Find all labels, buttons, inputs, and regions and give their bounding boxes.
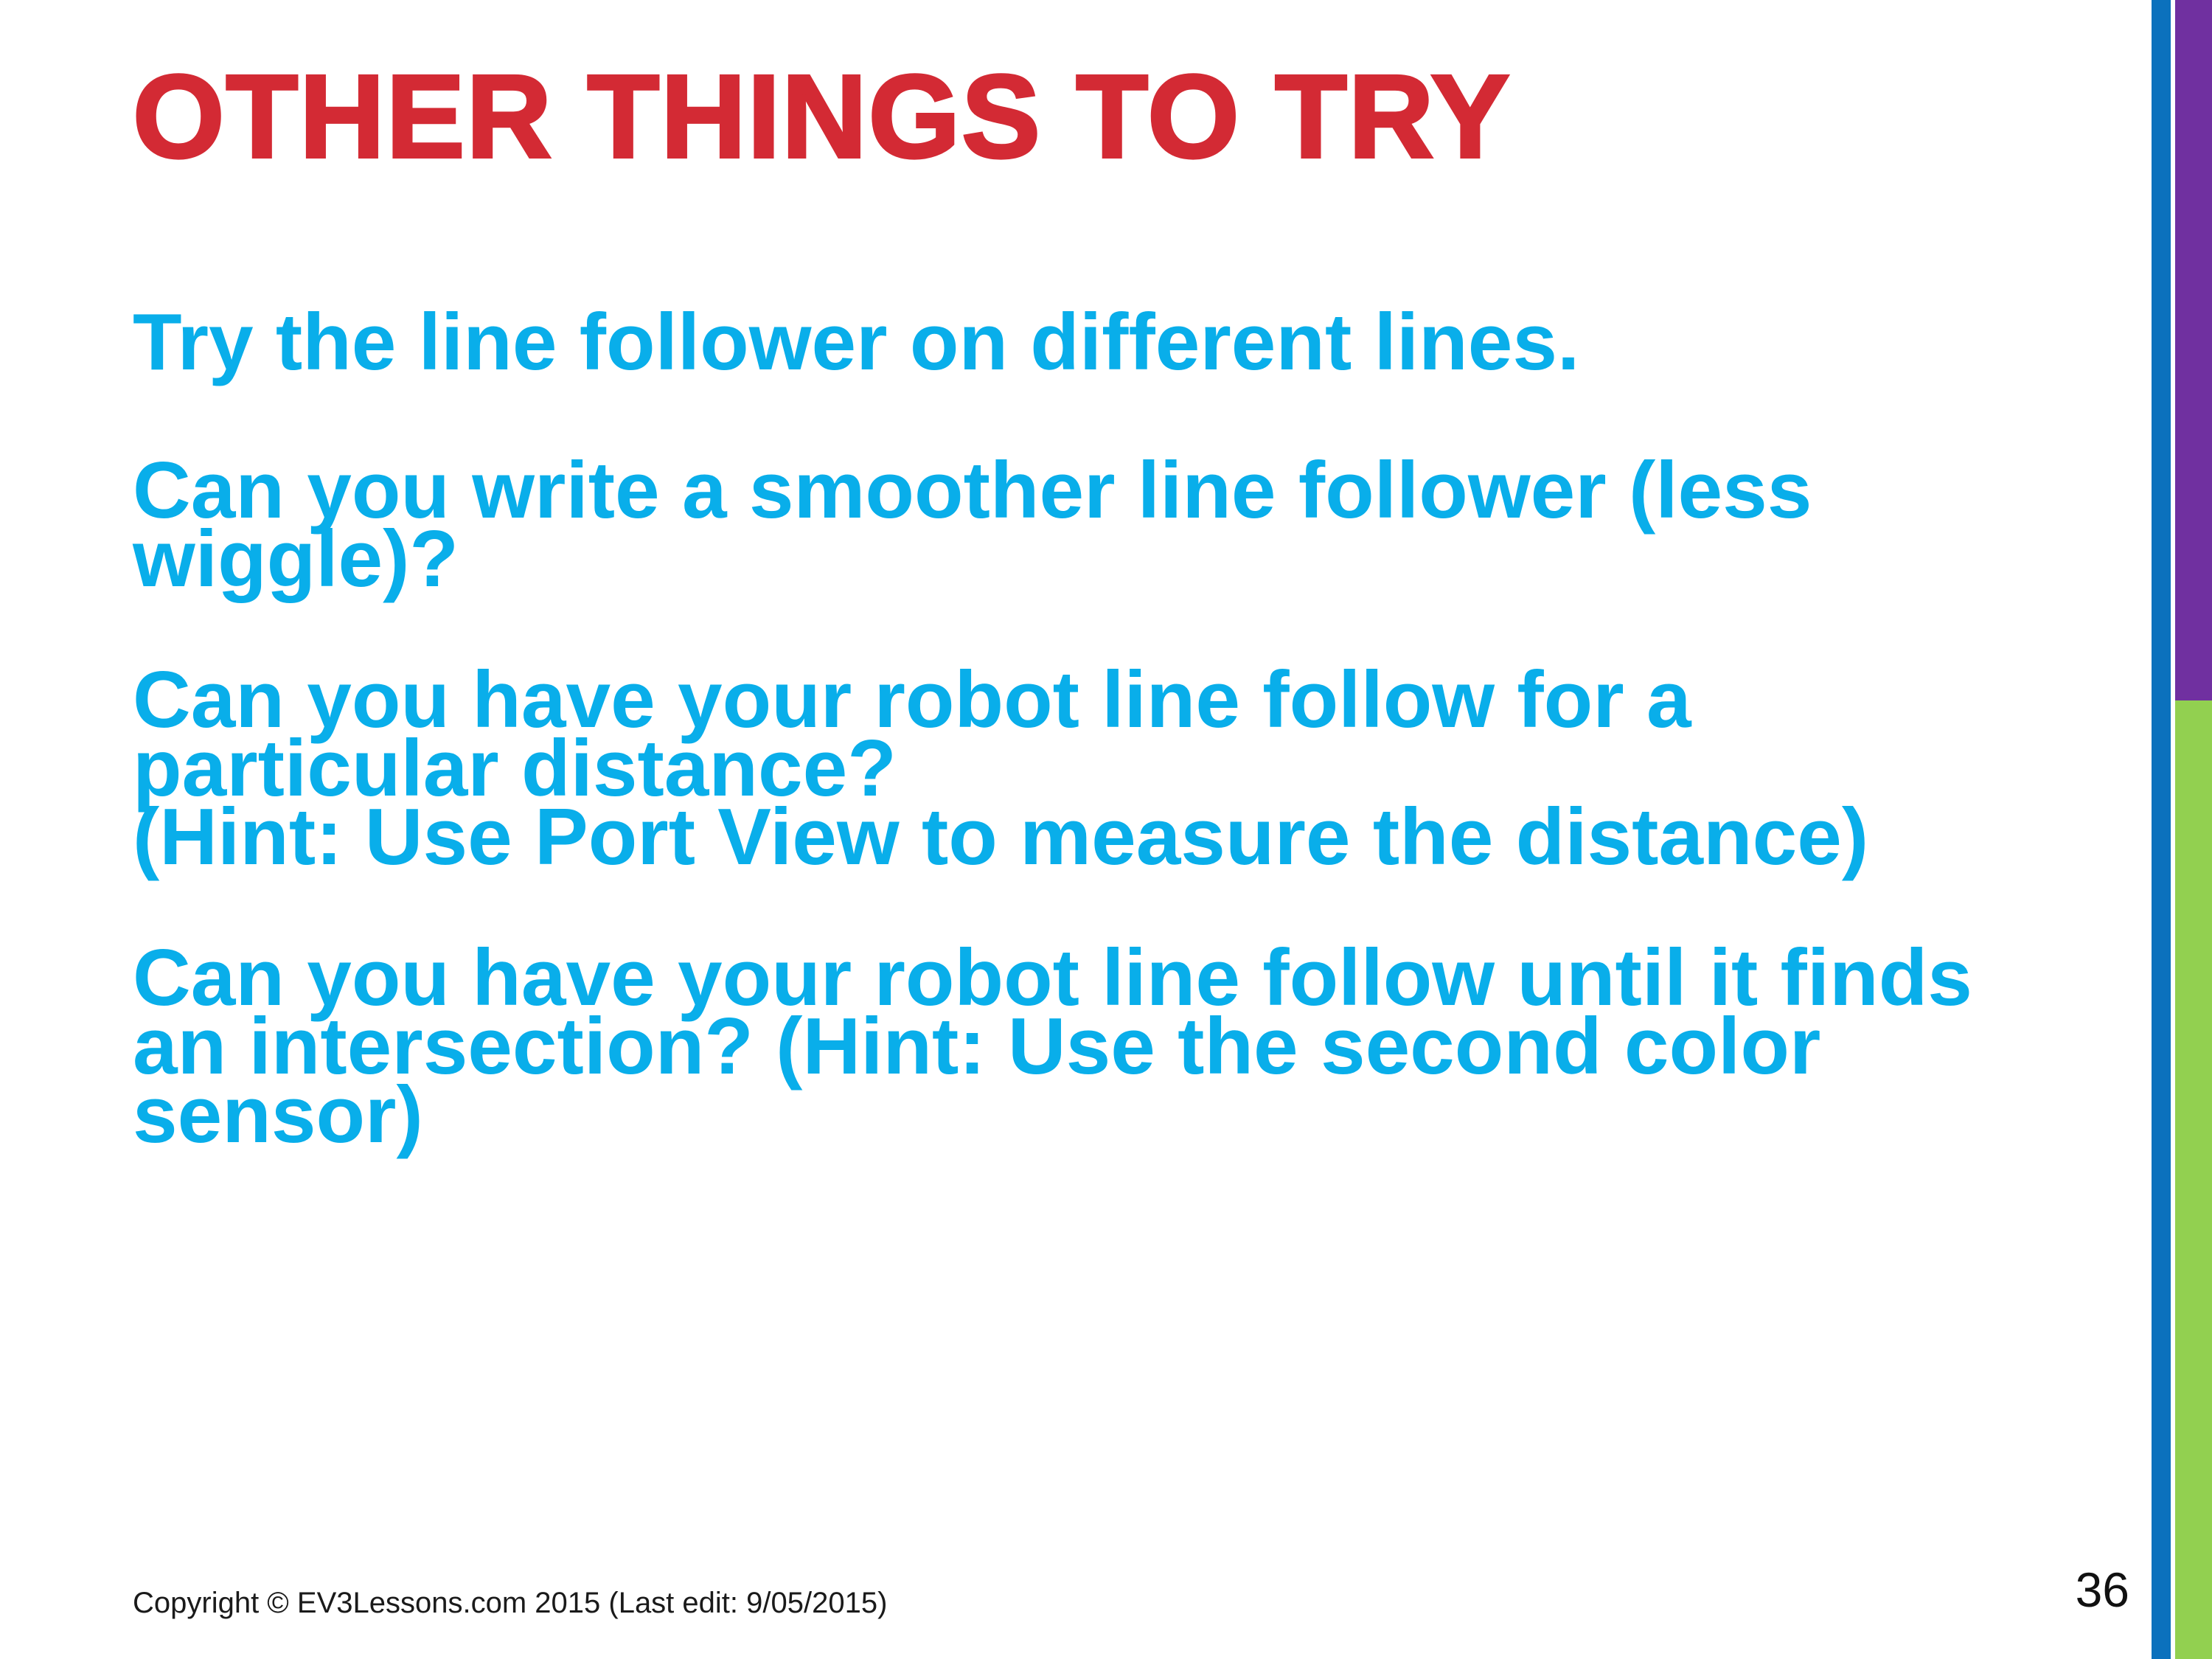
side-accent-bar-purple xyxy=(2175,0,2212,700)
bullet-text: Can you write a smoother line follower (… xyxy=(133,445,1812,604)
side-accent-bar-green xyxy=(2175,700,2212,1659)
bullet-list: Try the line follower on different lines… xyxy=(133,302,2020,1155)
bullet-item: Can you have your robot line follow unti… xyxy=(133,938,2020,1155)
page-number: 36 xyxy=(2075,1562,2129,1617)
bullet-text: Can you have your robot line follow unti… xyxy=(133,933,1972,1160)
slide-title: OTHER THINGS TO TRY xyxy=(131,50,1512,182)
bullet-text: Can you have your robot line follow for … xyxy=(133,655,1691,813)
bullet-item: Try the line follower on different lines… xyxy=(133,302,2020,383)
bullet-hint-text: (Hint: Use Port View to measure the dist… xyxy=(133,792,1869,882)
bullet-text: Try the line follower on different lines… xyxy=(133,297,1580,387)
bullet-item: Can you write a smoother line follower (… xyxy=(133,451,2020,599)
side-accent-bar-blue xyxy=(2152,0,2171,1659)
bullet-item: Can you have your robot line follow for … xyxy=(133,660,2020,882)
copyright-footer: Copyright © EV3Lessons.com 2015 (Last ed… xyxy=(133,1587,888,1619)
